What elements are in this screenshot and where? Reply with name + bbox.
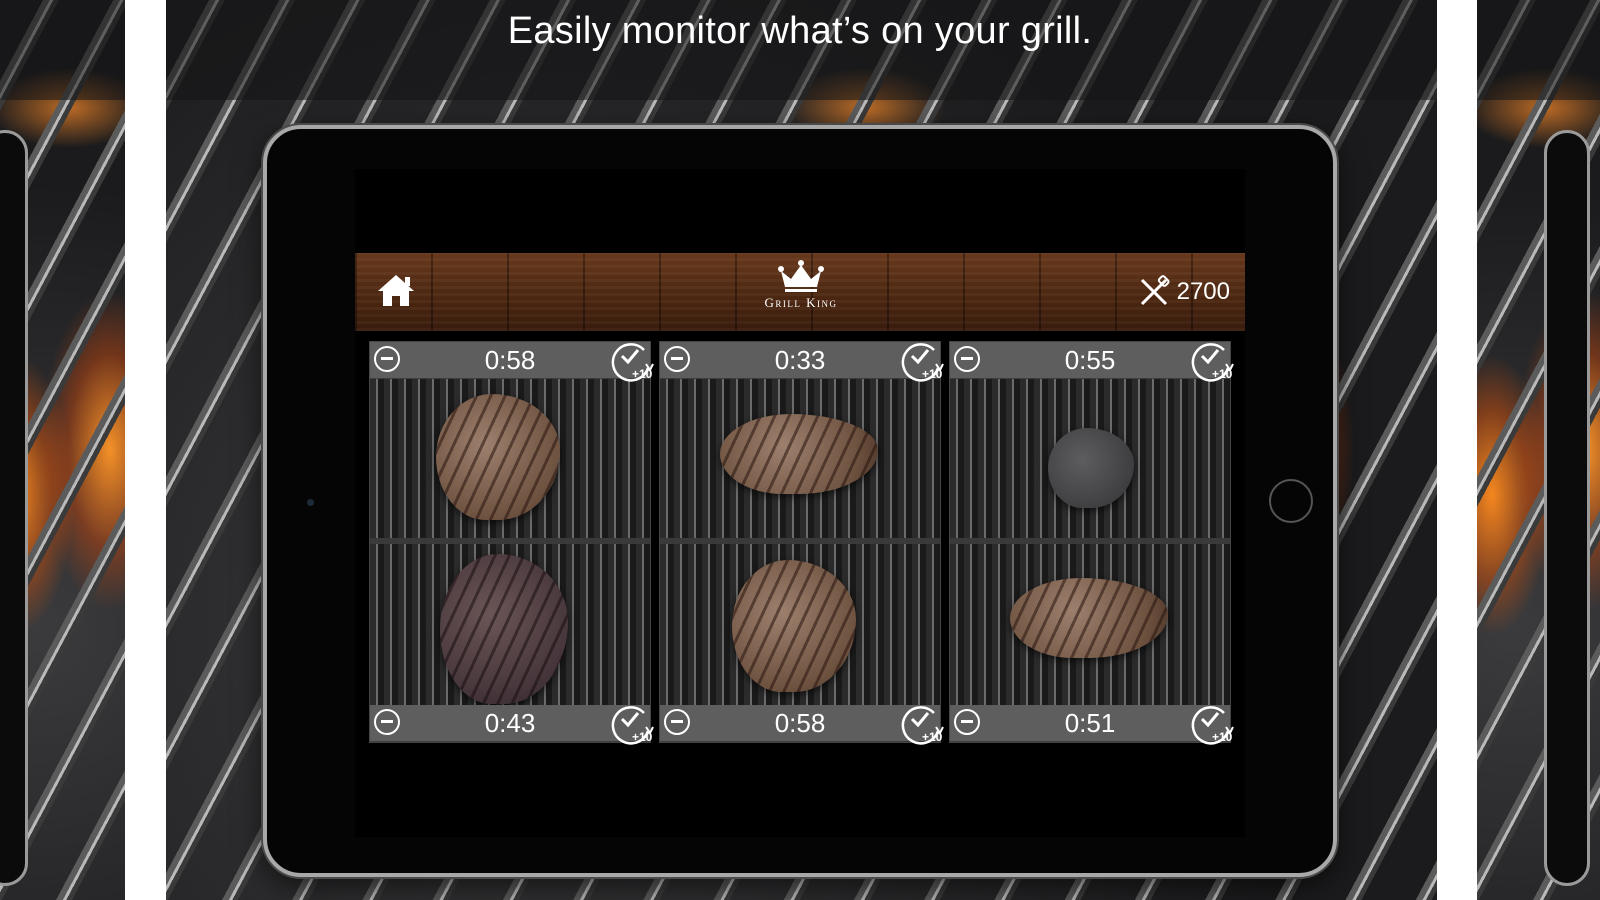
timer-bar-bottom: 0:51 +10 — [950, 705, 1234, 745]
clock-plus-icon[interactable]: +10 — [1186, 701, 1236, 747]
right-device-frame — [1544, 130, 1590, 886]
app-logo: Grill King — [751, 259, 851, 311]
camera — [307, 499, 314, 506]
svg-text:+10: +10 — [632, 367, 653, 381]
logo-text: Grill King — [764, 295, 838, 310]
grill-item-top[interactable] — [1048, 428, 1134, 508]
clock-plus-icon[interactable]: +10 — [896, 701, 946, 747]
score-value: 2700 — [1176, 278, 1230, 305]
grill-panels: 0:58 +10 0:43 +10 0:33 +10 0:58 +10 0:55… — [369, 341, 1234, 745]
svg-text:+10: +10 — [632, 730, 653, 744]
svg-text:+10: +10 — [922, 730, 943, 744]
grill-panel-2: 0:33 +10 0:58 +10 — [659, 341, 944, 745]
app-header: Grill King 2700 — [355, 253, 1245, 331]
svg-text:+10: +10 — [1212, 367, 1233, 381]
crossed-utensils-icon — [1140, 275, 1170, 306]
left-grill-background — [0, 0, 125, 900]
device-home-button[interactable] — [1269, 479, 1313, 523]
grill-item-bottom[interactable] — [440, 554, 568, 704]
svg-text:+10: +10 — [922, 367, 943, 381]
clock-plus-icon[interactable]: +10 — [606, 701, 656, 747]
left-device-frame — [0, 130, 28, 886]
clock-plus-icon[interactable]: +10 — [606, 338, 656, 384]
grill-item-top[interactable] — [436, 394, 560, 520]
ipad-device: Grill King 2700 0:58 +10 0:43 +10 0:33 +… — [263, 125, 1337, 877]
svg-text:+10: +10 — [1212, 730, 1233, 744]
timer-bar-top: 0:33 +10 — [660, 342, 944, 382]
score-display[interactable]: 2700 — [1137, 275, 1230, 309]
right-grill-background — [1477, 0, 1600, 900]
timer-bar-top: 0:55 +10 — [950, 342, 1234, 382]
grill-item-bottom[interactable] — [732, 560, 856, 692]
grill-item-top[interactable] — [720, 414, 878, 494]
timer-bar-bottom: 0:43 +10 — [370, 705, 654, 745]
headline: Easily monitor what’s on your grill. — [507, 10, 1093, 52]
timer-bar-top: 0:58 +10 — [370, 342, 654, 382]
clock-plus-icon[interactable]: +10 — [1186, 338, 1236, 384]
home-icon[interactable] — [375, 271, 417, 309]
grill-panel-3: 0:55 +10 0:51 +10 — [949, 341, 1234, 745]
timer-bar-bottom: 0:58 +10 — [660, 705, 944, 745]
app-screen: Grill King 2700 0:58 +10 0:43 +10 0:33 +… — [355, 169, 1245, 837]
grill-item-bottom[interactable] — [1010, 578, 1168, 658]
clock-plus-icon[interactable]: +10 — [896, 338, 946, 384]
crown-icon — [778, 260, 824, 292]
grill-panel-1: 0:58 +10 0:43 +10 — [369, 341, 654, 745]
